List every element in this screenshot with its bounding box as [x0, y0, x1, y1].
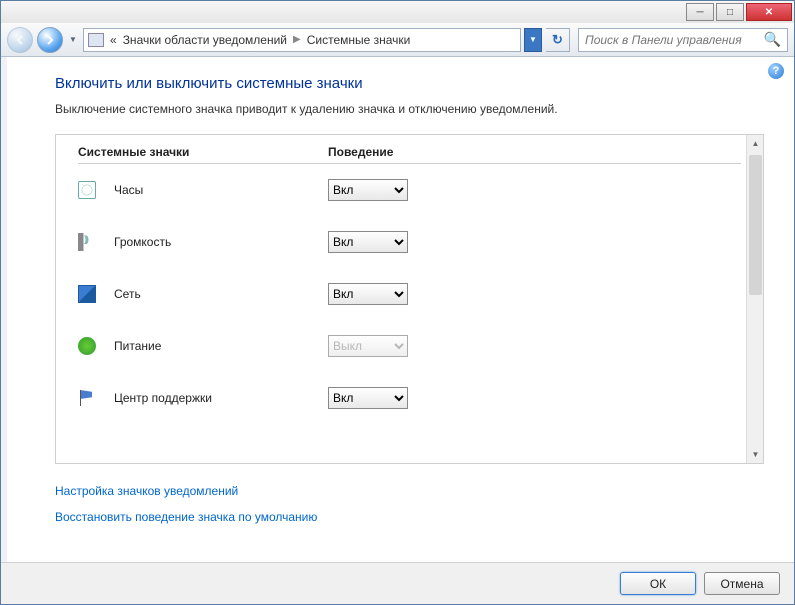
breadcrumb-part-1[interactable]: Значки области уведомлений [123, 33, 287, 47]
breadcrumb-part-2[interactable]: Системные значки [307, 33, 411, 47]
scroll-up-icon[interactable]: ▲ [747, 135, 764, 152]
clock-icon [78, 181, 96, 199]
footer: ОК Отмена [1, 562, 794, 604]
behavior-select[interactable]: ВклВыкл [328, 283, 408, 305]
navbar: ▼ « Значки области уведомлений ▶ Системн… [1, 23, 794, 57]
maximize-button[interactable]: □ [716, 3, 744, 21]
search-input[interactable] [585, 33, 764, 47]
scroll-down-icon[interactable]: ▼ [747, 446, 764, 463]
search-icon[interactable]: 🔍 [764, 31, 781, 48]
row-label: Сеть [114, 287, 328, 301]
table-row: ПитаниеВклВыкл [78, 320, 763, 372]
main-panel: ? Включить или выключить системные значк… [7, 57, 794, 562]
page-description: Выключение системного значка приводит к … [55, 102, 764, 116]
nav-history-dropdown[interactable]: ▼ [67, 27, 79, 53]
close-button[interactable]: ✕ [746, 3, 792, 21]
column-header-behavior: Поведение [328, 145, 741, 159]
row-label: Питание [114, 339, 328, 353]
titlebar: ─ □ ✕ [1, 1, 794, 23]
minimize-button[interactable]: ─ [686, 3, 714, 21]
row-label: Центр поддержки [114, 391, 328, 405]
table-row: ГромкостьВклВыкл [78, 216, 763, 268]
nav-forward-button[interactable] [37, 27, 63, 53]
behavior-select[interactable]: ВклВыкл [328, 387, 408, 409]
scroll-thumb[interactable] [749, 155, 762, 295]
table-row: СетьВклВыкл [78, 268, 763, 320]
row-label: Часы [114, 183, 328, 197]
content-area: ? Включить или выключить системные значк… [1, 57, 794, 562]
settings-rows: ЧасыВклВыклГромкостьВклВыклСетьВклВыклПи… [78, 164, 763, 424]
link-customize-icons[interactable]: Настройка значков уведомлений [55, 484, 764, 498]
net-icon [78, 285, 96, 303]
table-row: ЧасыВклВыкл [78, 164, 763, 216]
behavior-select[interactable]: ВклВыкл [328, 231, 408, 253]
table-row: Центр поддержкиВклВыкл [78, 372, 763, 424]
breadcrumb-separator-icon[interactable]: ▶ [293, 34, 301, 45]
flag-icon [78, 389, 96, 407]
help-icon[interactable]: ? [768, 63, 784, 79]
cancel-button[interactable]: Отмена [704, 572, 780, 595]
search-box[interactable]: 🔍 [578, 28, 788, 52]
nav-back-button[interactable] [7, 27, 33, 53]
behavior-select: ВклВыкл [328, 335, 408, 357]
ok-button[interactable]: ОК [620, 572, 696, 595]
column-header-icons: Системные значки [78, 145, 328, 159]
row-label: Громкость [114, 235, 328, 249]
link-restore-defaults[interactable]: Восстановить поведение значка по умолчан… [55, 510, 764, 524]
table-header: Системные значки Поведение [78, 145, 741, 164]
address-bar[interactable]: « Значки области уведомлений ▶ Системные… [83, 28, 521, 52]
pwr-icon [78, 337, 96, 355]
scrollbar[interactable]: ▲ ▼ [746, 135, 763, 463]
refresh-button[interactable]: ↻ [546, 28, 570, 52]
behavior-select[interactable]: ВклВыкл [328, 179, 408, 201]
vol-icon [78, 233, 96, 251]
breadcrumb-prefix: « [110, 33, 117, 47]
window: ─ □ ✕ ▼ « Значки области уведомлений ▶ С… [0, 0, 795, 605]
address-dropdown[interactable]: ▼ [524, 28, 542, 52]
settings-panel: Системные значки Поведение ЧасыВклВыклГр… [55, 134, 764, 464]
links-section: Настройка значков уведомлений Восстанови… [55, 484, 764, 524]
page-title: Включить или выключить системные значки [55, 75, 764, 92]
control-panel-icon [88, 33, 104, 47]
